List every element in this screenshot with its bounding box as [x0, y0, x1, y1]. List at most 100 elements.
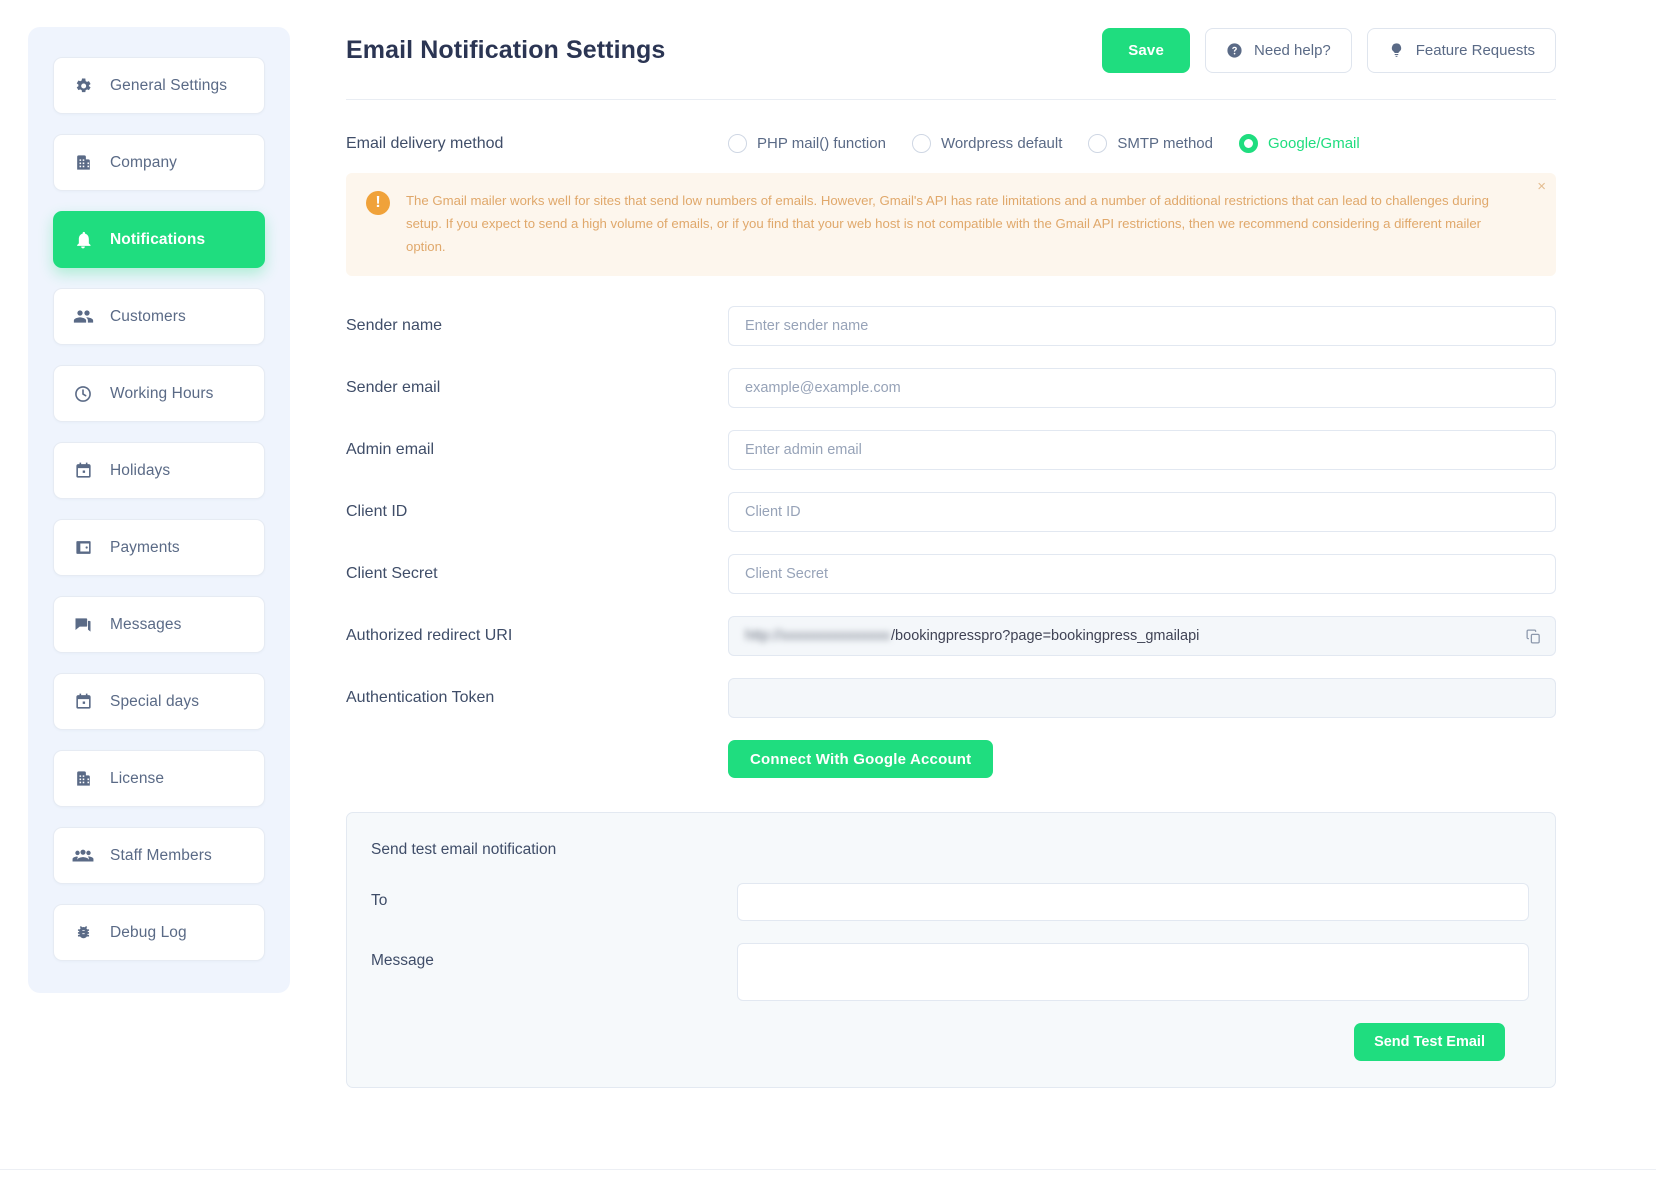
authorized-redirect-uri-value: http://xxxxxxxxxxxxxxx/bookingpresspro?p… [728, 616, 1556, 657]
email-delivery-method-radio-group: PHP mail() function Wordpress default SM… [728, 134, 1360, 153]
sender-email-input[interactable] [728, 368, 1556, 409]
radio-smtp-method[interactable]: SMTP method [1088, 134, 1213, 153]
sidebar-item-label: Company [110, 153, 178, 171]
sidebar-item-label: Holidays [110, 461, 171, 479]
page-bottom-divider [0, 1169, 1656, 1170]
sidebar-item-label: Special days [110, 692, 200, 710]
client-secret-input[interactable] [728, 554, 1556, 595]
sidebar-item-holidays[interactable]: Holidays [53, 442, 265, 499]
radio-label: SMTP method [1117, 135, 1213, 152]
test-message-row: Message [371, 943, 1529, 1002]
sidebar-item-license[interactable]: License [53, 750, 265, 807]
warning-icon: ! [366, 191, 390, 215]
feature-requests-label: Feature Requests [1415, 42, 1535, 59]
close-icon[interactable]: × [1537, 179, 1546, 194]
bug-icon [72, 922, 94, 944]
connect-with-google-account-button[interactable]: Connect With Google Account [728, 740, 994, 779]
sidebar-item-label: Notifications [110, 230, 206, 248]
radio-wordpress-default[interactable]: Wordpress default [911, 134, 1063, 153]
client-secret-row: Client Secret [346, 554, 1556, 595]
test-panel-footer: Send Test Email [371, 1023, 1529, 1062]
client-secret-label: Client Secret [346, 565, 438, 583]
admin-email-input[interactable] [728, 430, 1556, 471]
uri-path: /bookingpresspro?page=bookingpress_gmail… [891, 628, 1200, 645]
sidebar-item-label: Debug Log [110, 923, 187, 941]
sidebar-item-label: Working Hours [110, 384, 214, 402]
copy-icon[interactable] [1522, 625, 1544, 647]
test-message-label: Message [371, 952, 434, 970]
sidebar-item-special-days[interactable]: Special days [53, 673, 265, 730]
sidebar-item-debug-log[interactable]: Debug Log [53, 904, 265, 961]
sidebar-item-customers[interactable]: Customers [53, 288, 265, 345]
radio-dot [911, 134, 931, 153]
authorized-redirect-uri-field: http://xxxxxxxxxxxxxxx/bookingpresspro?p… [728, 616, 1556, 657]
test-message-textarea[interactable] [737, 943, 1529, 1002]
sender-email-label: Sender email [346, 379, 441, 397]
sidebar-item-staff-members[interactable]: Staff Members [53, 827, 265, 884]
sidebar-item-label: Messages [110, 615, 182, 633]
connect-google-row: Connect With Google Account [346, 740, 1556, 779]
email-delivery-method-row: Email delivery method PHP mail() functio… [346, 100, 1556, 173]
app-root: General Settings Company Notifications C… [0, 0, 1656, 1196]
sidebar-item-notifications[interactable]: Notifications [53, 211, 265, 268]
sidebar-item-messages[interactable]: Messages [53, 596, 265, 653]
sender-name-input[interactable] [728, 306, 1556, 347]
building-icon [72, 152, 94, 174]
sender-name-label: Sender name [346, 317, 443, 335]
sidebar-item-working-hours[interactable]: Working Hours [53, 365, 265, 422]
lightbulb-icon [1388, 42, 1405, 59]
gmail-warning-notice: ! The Gmail mailer works well for sites … [346, 173, 1556, 277]
authentication-token-row: Authentication Token [346, 678, 1556, 719]
test-to-label: To [371, 892, 388, 910]
sender-email-row: Sender email [346, 368, 1556, 409]
masked-host: http://xxxxxxxxxxxxxxx [745, 628, 891, 645]
client-id-input[interactable] [728, 492, 1556, 533]
calendar-icon [72, 460, 94, 482]
need-help-button[interactable]: Need help? [1205, 28, 1352, 73]
sidebar-item-label: Staff Members [110, 846, 212, 864]
building-icon [72, 768, 94, 790]
sidebar-item-general-settings[interactable]: General Settings [53, 57, 265, 114]
clock-icon [72, 383, 94, 405]
gear-icon [72, 75, 94, 97]
sidebar-item-label: General Settings [110, 76, 228, 94]
settings-sidebar: General Settings Company Notifications C… [28, 27, 290, 993]
sidebar-item-label: License [110, 769, 165, 787]
radio-label: Google/Gmail [1268, 135, 1360, 152]
radio-google-gmail[interactable]: Google/Gmail [1239, 134, 1360, 153]
sender-name-row: Sender name [346, 306, 1556, 347]
send-test-email-panel: Send test email notification To Message … [346, 812, 1556, 1089]
feature-requests-button[interactable]: Feature Requests [1366, 28, 1556, 73]
radio-label: PHP mail() function [757, 135, 886, 152]
admin-email-label: Admin email [346, 441, 435, 459]
sidebar-item-company[interactable]: Company [53, 134, 265, 191]
save-button[interactable]: Save [1102, 28, 1191, 73]
header-actions: Save Need help? Feature Requests [1102, 28, 1556, 73]
sidebar-item-label: Customers [110, 307, 186, 325]
radio-php-mail[interactable]: PHP mail() function [728, 134, 886, 153]
sidebar-item-payments[interactable]: Payments [53, 519, 265, 576]
send-test-email-button[interactable]: Send Test Email [1354, 1023, 1505, 1062]
users-icon [72, 306, 94, 328]
authentication-token-label: Authentication Token [346, 689, 495, 707]
admin-email-row: Admin email [346, 430, 1556, 471]
authorized-redirect-uri-row: Authorized redirect URI http://xxxxxxxxx… [346, 616, 1556, 657]
staff-icon [72, 845, 94, 867]
bell-icon [72, 229, 94, 251]
wallet-icon [72, 537, 94, 559]
radio-dot [1088, 134, 1108, 153]
client-id-row: Client ID [346, 492, 1556, 533]
calendar-icon [72, 691, 94, 713]
question-circle-icon [1226, 42, 1243, 59]
radio-dot [728, 134, 747, 153]
authentication-token-input[interactable] [728, 678, 1556, 719]
need-help-label: Need help? [1254, 42, 1331, 59]
page-title: Email Notification Settings [346, 36, 666, 64]
radio-label: Wordpress default [940, 135, 1063, 152]
test-to-input[interactable] [737, 883, 1529, 922]
email-delivery-method-label: Email delivery method [346, 134, 504, 152]
main-content: Email Notification Settings Save Need he… [290, 0, 1656, 1122]
sidebar-item-label: Payments [110, 538, 180, 556]
authorized-redirect-uri-label: Authorized redirect URI [346, 627, 513, 645]
send-test-email-title: Send test email notification [371, 841, 557, 859]
